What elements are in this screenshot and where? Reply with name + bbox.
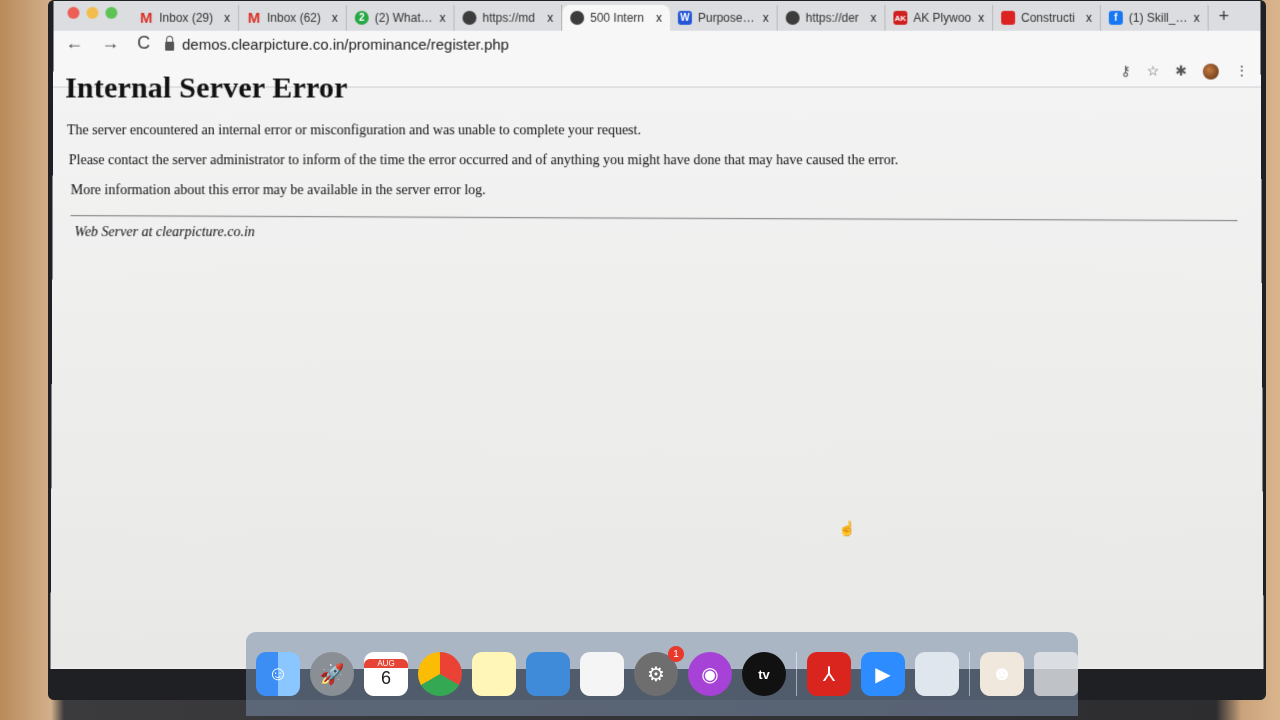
page-title: Internal Server Error xyxy=(65,72,348,106)
zoom-icon[interactable]: ▶ xyxy=(861,652,905,696)
tab-7[interactable]: AK AK Plywoo x xyxy=(885,5,993,31)
tab-title: Constructi xyxy=(1021,11,1080,25)
reload-button[interactable]: C xyxy=(137,33,150,54)
tab-close-icon[interactable]: x xyxy=(224,11,230,25)
bookmark-star-icon[interactable]: ☆ xyxy=(1147,63,1160,80)
error-message-1: The server encountered an internal error… xyxy=(67,123,641,139)
tab-close-icon[interactable]: x xyxy=(440,11,446,25)
new-tab-button[interactable]: + xyxy=(1209,6,1240,31)
tab-3[interactable]: https://md x xyxy=(454,5,562,31)
extensions-icon[interactable]: ✱ xyxy=(1175,63,1187,80)
tab-close-icon[interactable]: x xyxy=(1086,11,1092,25)
tab-title: Inbox (62) xyxy=(267,11,326,25)
photo-thumbnail-icon[interactable]: ☻ xyxy=(980,652,1024,696)
tab-title: 500 Intern xyxy=(590,11,650,25)
calendar-day: 6 xyxy=(381,668,391,689)
gmail-icon: M xyxy=(247,11,261,25)
word-icon: W xyxy=(678,11,692,25)
zoom-window-button[interactable] xyxy=(105,7,117,19)
hand-cursor-icon: ☝ xyxy=(838,521,855,538)
tab-4[interactable]: 500 Intern x xyxy=(562,5,670,31)
toolbar-actions: ⚷ ☆ ✱ ⋮ xyxy=(1120,63,1248,80)
finder-icon[interactable]: ☺ xyxy=(256,652,300,696)
ak-icon: AK xyxy=(893,11,907,25)
tab-list: M Inbox (29) x M Inbox (62) x 2 (2) WhatsA x http… xyxy=(131,5,1208,31)
menu-icon[interactable]: ⋮ xyxy=(1235,63,1249,80)
tab-close-icon[interactable]: x xyxy=(1194,11,1200,25)
address-bar[interactable]: demos.clearpicture.co.in/prominance/regi… xyxy=(165,37,509,54)
globe-icon xyxy=(462,11,476,25)
page-content: Internal Server Error The server encount… xyxy=(50,88,1263,668)
tv-label: tv xyxy=(758,667,770,682)
tab-2[interactable]: 2 (2) WhatsA x xyxy=(347,5,455,31)
system-preferences-icon[interactable]: ⚙ 1 xyxy=(634,652,678,696)
lock-icon xyxy=(165,42,174,51)
preview-icon[interactable] xyxy=(915,652,959,696)
close-window-button[interactable] xyxy=(67,7,79,19)
facebook-icon: f xyxy=(1109,11,1123,25)
tab-title: https://md xyxy=(482,11,541,25)
globe-icon xyxy=(786,11,800,25)
tab-title: Purpose W xyxy=(698,11,757,25)
nav-buttons: ← → C xyxy=(65,33,150,54)
calendar-icon[interactable]: AUG 6 xyxy=(364,652,408,696)
gmail-icon: M xyxy=(139,11,153,25)
tab-title: (1) Skill_de xyxy=(1129,11,1188,25)
reminders-icon[interactable] xyxy=(580,652,624,696)
tab-8[interactable]: Constructi x xyxy=(993,5,1101,31)
keynote-icon[interactable] xyxy=(526,652,570,696)
tab-6[interactable]: https://der x xyxy=(778,5,886,31)
tab-9[interactable]: f (1) Skill_de x xyxy=(1101,5,1209,31)
acrobat-icon[interactable]: ⅄ xyxy=(807,652,851,696)
chrome-icon[interactable] xyxy=(418,652,462,696)
minimize-window-button[interactable] xyxy=(86,7,98,19)
tab-title: Inbox (29) xyxy=(159,11,218,25)
tab-close-icon[interactable]: x xyxy=(332,11,338,25)
tab-1[interactable]: M Inbox (62) x xyxy=(239,5,347,31)
divider xyxy=(71,215,1238,221)
address-text: demos.clearpicture.co.in/prominance/regi… xyxy=(182,37,509,54)
tab-5[interactable]: W Purpose W x xyxy=(670,5,778,31)
dock-separator xyxy=(969,652,970,696)
window-controls xyxy=(53,7,131,31)
doc-icon xyxy=(1001,11,1015,25)
tab-close-icon[interactable]: x xyxy=(870,11,876,25)
launchpad-icon[interactable]: 🚀 xyxy=(310,652,354,696)
notes-icon[interactable] xyxy=(472,652,516,696)
tab-title: https://der xyxy=(806,11,865,25)
browser-window: M Inbox (29) x M Inbox (62) x 2 (2) WhatsA x http… xyxy=(50,1,1263,669)
key-icon[interactable]: ⚷ xyxy=(1120,63,1130,80)
tab-close-icon[interactable]: x xyxy=(656,11,662,25)
server-signature: Web Server at clearpicture.co.in xyxy=(74,225,254,241)
tab-title: (2) WhatsA xyxy=(375,11,434,25)
tab-title: AK Plywoo xyxy=(913,11,972,25)
tab-0[interactable]: M Inbox (29) x xyxy=(131,5,239,31)
profile-avatar[interactable] xyxy=(1203,63,1219,79)
tab-close-icon[interactable]: x xyxy=(978,11,984,25)
notification-badge: 1 xyxy=(668,646,684,662)
whatsapp-icon: 2 xyxy=(355,11,369,25)
trash-icon[interactable] xyxy=(1034,652,1078,696)
error-message-3: More information about this error may be… xyxy=(71,183,486,199)
dock: ☺ 🚀 AUG 6 ⚙ 1 ◉ tv ⅄ ▶ ☻ xyxy=(246,632,1078,716)
apple-tv-icon[interactable]: tv xyxy=(742,652,786,696)
tab-close-icon[interactable]: x xyxy=(763,11,769,25)
dock-separator xyxy=(796,652,797,696)
error-message-2: Please contact the server administrator … xyxy=(69,153,898,169)
podcasts-icon[interactable]: ◉ xyxy=(688,652,732,696)
calendar-month: AUG xyxy=(364,659,408,668)
globe-icon xyxy=(570,11,584,25)
tab-close-icon[interactable]: x xyxy=(547,11,553,25)
tab-strip: M Inbox (29) x M Inbox (62) x 2 (2) WhatsA x http… xyxy=(53,1,1260,31)
forward-button[interactable]: → xyxy=(101,33,119,54)
back-button[interactable]: ← xyxy=(65,33,83,54)
